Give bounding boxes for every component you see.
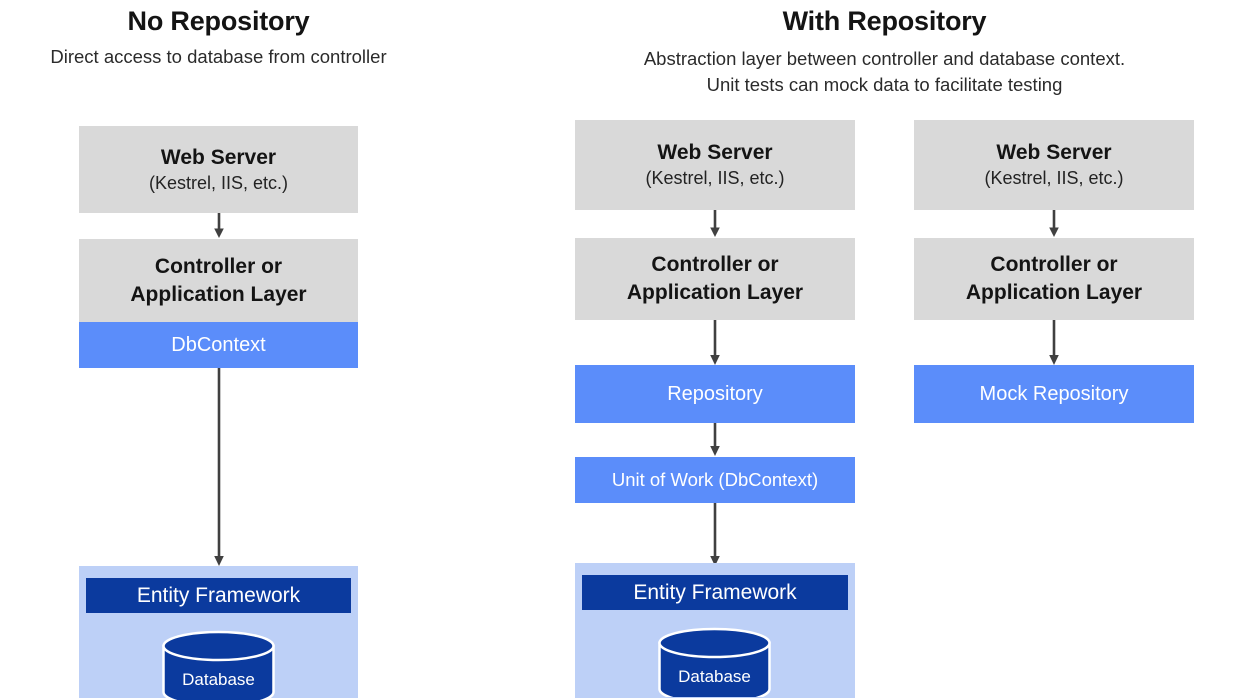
col1-database-cylinder[interactable]: Database [161,630,276,700]
col2-repository-label: Repository [667,383,763,405]
col3-web-server-box[interactable]: Web Server (Kestrel, IIS, etc.) [914,120,1194,210]
col2-database-cylinder[interactable]: Database [657,627,772,697]
col2-data-panel: Entity Framework Database [575,563,855,698]
section-title-with-repository: With Repository [782,6,987,36]
col2-arrow-unitofwork-to-entityframework [707,503,723,567]
col1-web-server-box[interactable]: Web Server (Kestrel, IIS, etc.) [79,126,358,213]
col3-mock-repository-box[interactable]: Mock Repository [914,365,1194,423]
col1-dbcontext-box[interactable]: DbContext [79,322,358,368]
col2-controller-line1: Controller or [651,253,779,276]
col3-web-server-subtitle: (Kestrel, IIS, etc.) [984,168,1124,188]
col2-controller-line2: Application Layer [626,281,804,304]
col2-arrow-controller-to-repository [707,320,723,366]
col1-arrow-webserver-to-controller [211,213,227,239]
col2-web-server-title: Web Server [657,141,773,164]
col1-web-server-subtitle: (Kestrel, IIS, etc.) [148,172,289,193]
col1-dbcontext-label: DbContext [171,334,266,356]
col3-mock-repository-label: Mock Repository [979,383,1129,405]
col3-controller-line2: Application Layer [965,281,1143,304]
col2-controller-box[interactable]: Controller or Application Layer [575,238,855,320]
section-title-no-repository: No Repository [127,6,310,36]
col3-arrow-webserver-to-controller [1046,210,1062,238]
section-subtitle-with-repository-line2: Unit tests can mock data to facilitate t… [706,74,1063,95]
col2-arrow-webserver-to-controller [707,210,723,238]
col2-entity-framework-bar[interactable]: Entity Framework [582,575,848,610]
col2-repository-box[interactable]: Repository [575,365,855,423]
col2-web-server-subtitle: (Kestrel, IIS, etc.) [645,168,785,188]
col1-entity-framework-bar[interactable]: Entity Framework [86,578,351,613]
col1-entity-framework-label: Entity Framework [136,583,301,607]
col3-arrow-controller-to-mockrepository [1046,320,1062,366]
col1-controller-line2: Application Layer [130,282,307,306]
diagram-canvas: No Repository Direct access to database … [0,0,1234,700]
col1-controller-box[interactable]: Controller or Application Layer [79,239,358,322]
col3-controller-box[interactable]: Controller or Application Layer [914,238,1194,320]
col1-data-panel: Entity Framework Database [79,566,358,700]
col1-controller-line1: Controller or [154,254,283,278]
col2-entity-framework-label: Entity Framework [633,580,797,604]
col2-unit-of-work-label: Unit of Work (DbContext) [611,469,819,490]
col2-web-server-box[interactable]: Web Server (Kestrel, IIS, etc.) [575,120,855,210]
col1-arrow-dbcontext-to-entityframework [211,368,227,567]
col3-controller-line1: Controller or [990,253,1118,276]
section-subtitle-with-repository-line1: Abstraction layer between controller and… [643,48,1126,69]
section-subtitle-no-repository: Direct access to database from controlle… [50,46,387,67]
col3-web-server-title: Web Server [996,141,1112,164]
col1-web-server-title: Web Server [160,145,277,169]
col2-unit-of-work-box[interactable]: Unit of Work (DbContext) [575,457,855,503]
col2-arrow-repository-to-unitofwork [707,423,723,457]
